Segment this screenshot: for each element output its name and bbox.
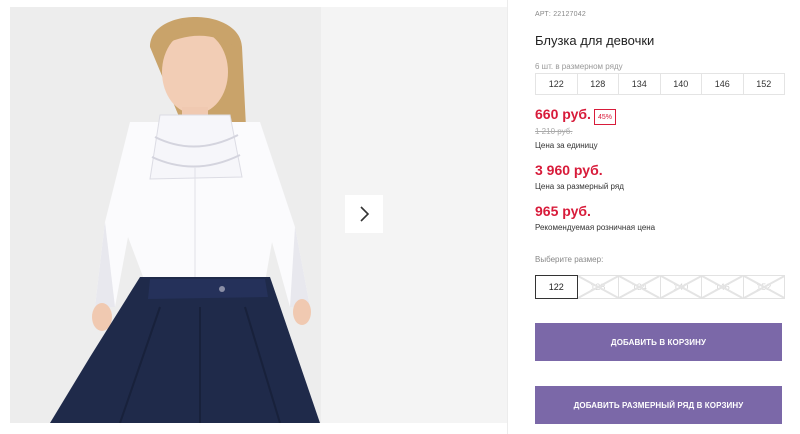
add-size-row-to-cart-button[interactable]: ДОБАВИТЬ РАЗМЕРНЫЙ РЯД В КОРЗИНУ xyxy=(535,386,782,424)
unavailable-cross-icon xyxy=(702,276,743,298)
size-row-cell: 140 xyxy=(659,74,702,94)
unavailable-cross-icon xyxy=(619,276,660,298)
size-picker-label: Выберите размер: xyxy=(535,255,604,264)
size-option-152: 152 xyxy=(742,275,785,299)
rrp-price: 965 руб. xyxy=(535,203,591,219)
product-photo-illustration xyxy=(10,7,321,423)
size-picker: 122 128 134 140 146 152 xyxy=(535,275,785,299)
size-option-122[interactable]: 122 xyxy=(535,275,578,299)
size-option-146: 146 xyxy=(701,275,744,299)
chevron-right-icon xyxy=(360,206,370,222)
size-row-cell: 128 xyxy=(576,74,619,94)
row-price-caption: Цена за размерный ряд xyxy=(535,182,624,191)
size-row-cell: 122 xyxy=(548,79,564,89)
size-option-label: 122 xyxy=(548,282,564,292)
vertical-divider xyxy=(507,0,508,434)
unit-price: 660 руб. xyxy=(535,106,591,122)
unavailable-cross-icon xyxy=(661,276,702,298)
add-to-cart-button[interactable]: ДОБАВИТЬ В КОРЗИНУ xyxy=(535,323,782,361)
size-option-134: 134 xyxy=(618,275,661,299)
size-row-cell: 152 xyxy=(742,74,785,94)
row-price: 3 960 руб. xyxy=(535,162,603,178)
size-row-table: 122 128 134 140 146 152 xyxy=(535,73,785,95)
product-photo[interactable] xyxy=(10,7,321,423)
unavailable-cross-icon xyxy=(578,276,619,298)
size-row-cell: 146 xyxy=(701,74,743,94)
size-option-128: 128 xyxy=(576,275,619,299)
product-title: Блузка для девочки xyxy=(535,33,655,48)
rrp-price-caption: Рекомендуемая розничная цена xyxy=(535,223,656,232)
discount-badge: 45% xyxy=(594,109,617,125)
gallery-next-button[interactable] xyxy=(345,195,383,233)
article-number: АРТ: 22127042 xyxy=(535,11,586,18)
size-row-cell: 134 xyxy=(618,74,660,94)
size-row-note: 6 шт. в размерном ряду xyxy=(535,62,623,71)
unit-price-caption: Цена за единицу xyxy=(535,141,598,150)
size-option-140: 140 xyxy=(659,275,702,299)
unavailable-cross-icon xyxy=(744,276,785,298)
old-price: 1 210 руб. xyxy=(535,127,573,136)
